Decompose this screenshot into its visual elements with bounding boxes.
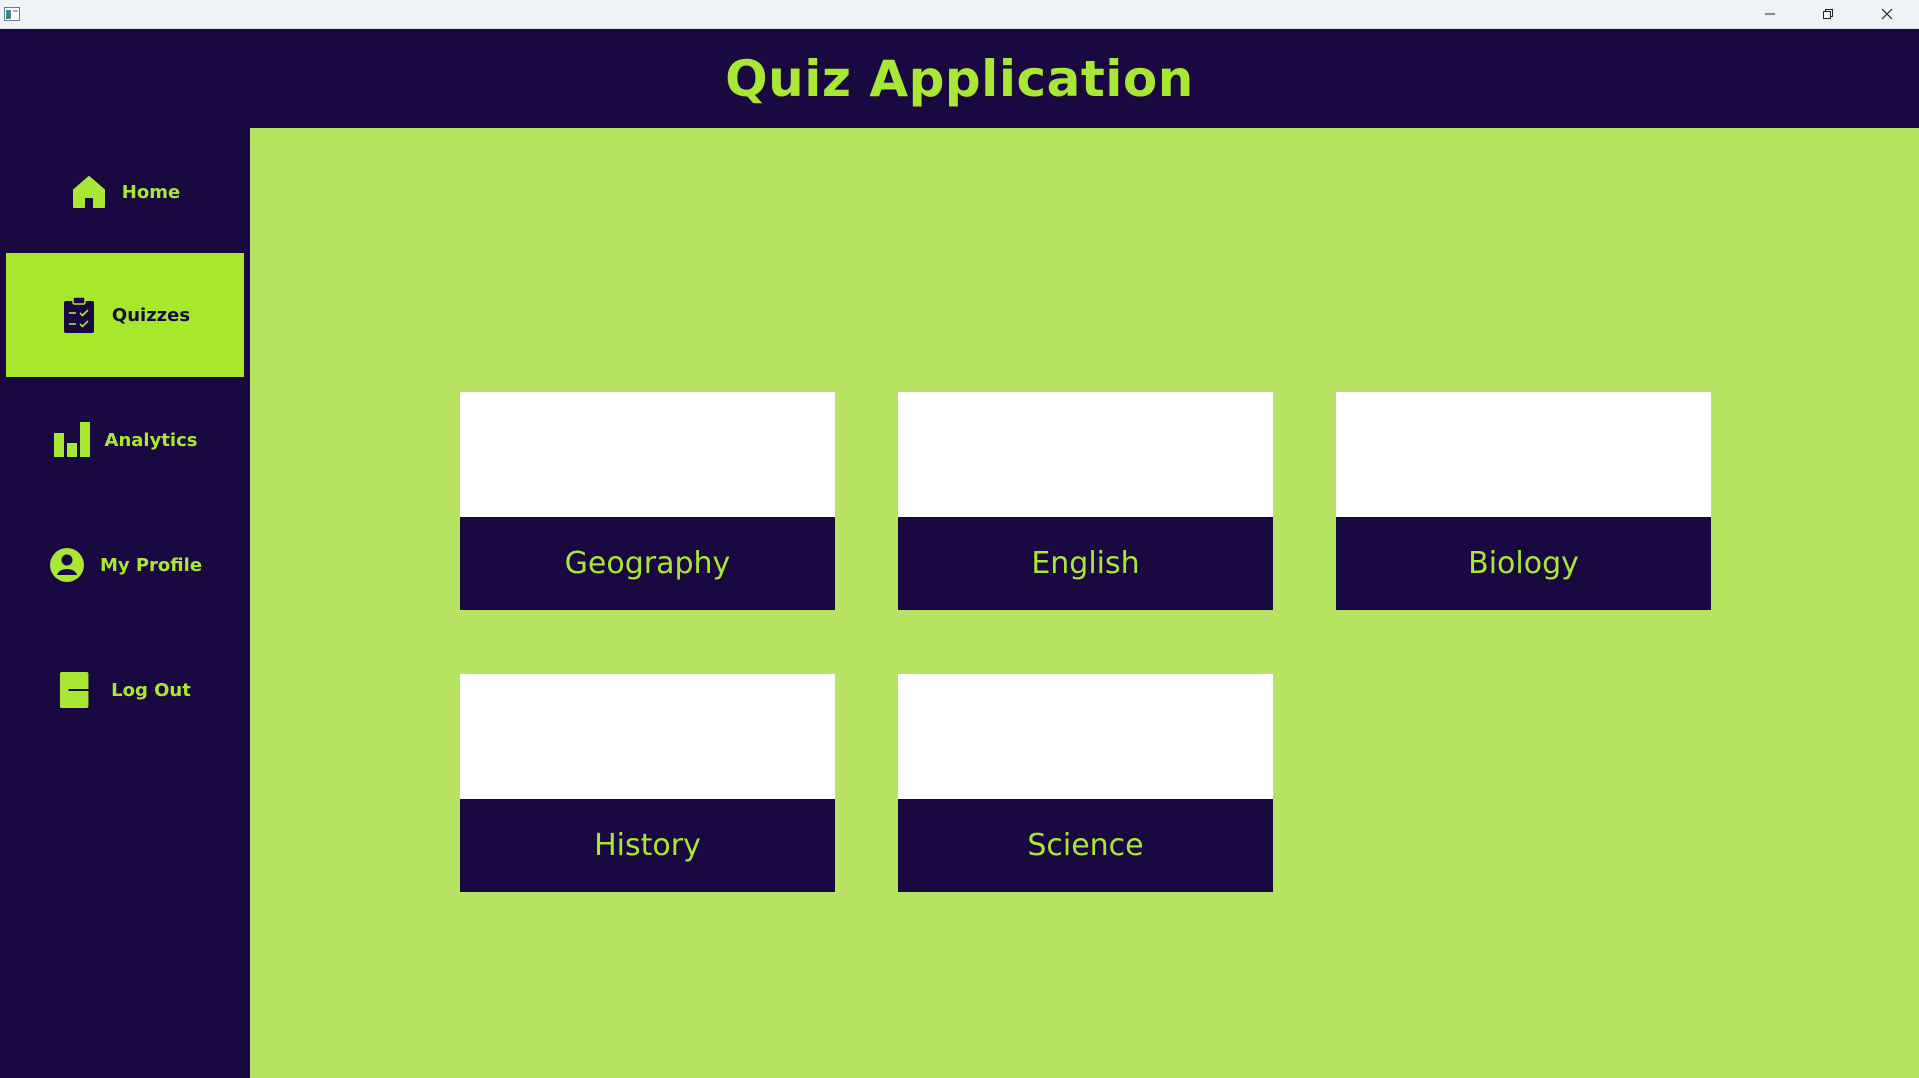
app-header: Quiz Application — [0, 29, 1919, 128]
clipboard-checklist-icon — [60, 296, 98, 334]
quiz-card-caption: Biology — [1336, 517, 1711, 610]
restore-icon — [1823, 9, 1833, 19]
sidebar-item-analytics[interactable]: Analytics — [6, 378, 244, 502]
sidebar-item-label: Quizzes — [111, 304, 191, 326]
home-icon — [70, 173, 108, 211]
sidebar-item-log-out[interactable]: Log Out — [6, 628, 244, 752]
minimize-button[interactable] — [1741, 0, 1799, 28]
sidebar-item-my-profile[interactable]: My Profile — [6, 503, 244, 627]
quiz-card-image — [898, 674, 1273, 799]
close-icon — [1881, 8, 1893, 20]
sidebar-item-home[interactable]: Home — [6, 130, 244, 254]
sidebar-item-label: Analytics — [104, 429, 198, 451]
quiz-card-label: Biology — [1468, 546, 1579, 581]
close-button[interactable] — [1858, 0, 1916, 28]
quiz-grid-area: Geography English Biology History Scienc — [250, 128, 1919, 1078]
quiz-card-biology[interactable]: Biology — [1336, 392, 1711, 610]
sidebar: Home Quizzes Analytics My Profile Log Ou… — [0, 128, 250, 1078]
page-title: Quiz Application — [725, 49, 1194, 108]
quiz-card-label: Geography — [564, 546, 731, 581]
quiz-card-image — [460, 674, 835, 799]
quiz-card-label: History — [594, 828, 701, 863]
app-icon — [4, 7, 20, 21]
quiz-card-caption: Geography — [460, 517, 835, 610]
quiz-card-caption: English — [898, 517, 1273, 610]
restore-button[interactable] — [1799, 0, 1857, 28]
user-circle-icon — [48, 546, 86, 584]
quiz-card-label: English — [1031, 546, 1140, 581]
quiz-card-caption: History — [460, 799, 835, 892]
sidebar-item-label: Log Out — [111, 679, 191, 701]
bar-chart-icon — [53, 421, 91, 459]
quiz-card-caption: Science — [898, 799, 1273, 892]
minimize-icon — [1765, 13, 1775, 15]
quiz-card-image — [460, 392, 835, 517]
quiz-card-history[interactable]: History — [460, 674, 835, 892]
quiz-card-label: Science — [1027, 828, 1144, 863]
quiz-card-image — [1336, 392, 1711, 517]
quiz-card-image — [898, 392, 1273, 517]
sidebar-item-label: Home — [121, 181, 181, 203]
quiz-card-geography[interactable]: Geography — [460, 392, 835, 610]
sidebar-item-label: My Profile — [99, 554, 203, 576]
app-window: Quiz Application Home Quizzes Analytics … — [0, 0, 1919, 1078]
quiz-card-science[interactable]: Science — [898, 674, 1273, 892]
window-titlebar — [0, 0, 1919, 29]
quiz-card-english[interactable]: English — [898, 392, 1273, 610]
sidebar-item-quizzes[interactable]: Quizzes — [6, 253, 244, 377]
logout-icon — [59, 671, 97, 709]
